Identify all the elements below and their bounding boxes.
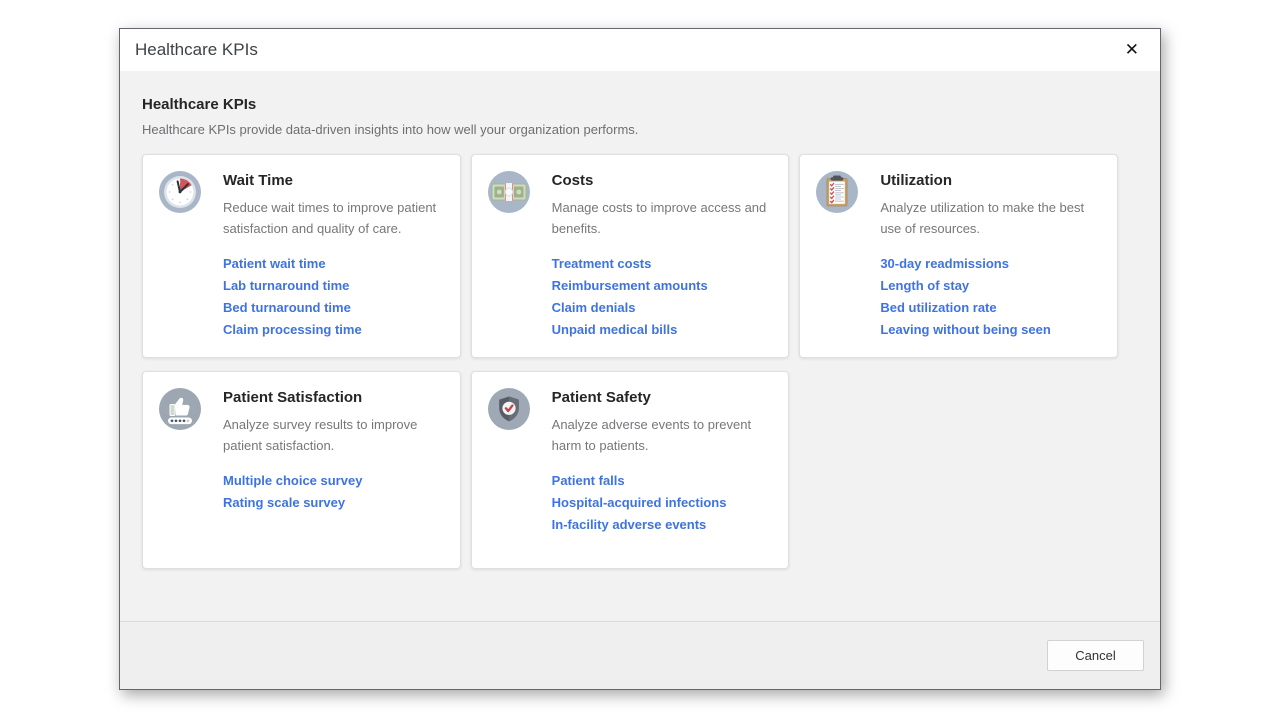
kpi-link[interactable]: Claim denials xyxy=(552,297,636,319)
content-heading: Healthcare KPIs xyxy=(142,96,1138,113)
kpi-link[interactable]: Bed turnaround time xyxy=(223,297,351,319)
kpi-card-description: Manage costs to improve access and benef… xyxy=(552,197,773,239)
dialog-content: Healthcare KPIs Healthcare KPIs provide … xyxy=(120,71,1160,621)
kpi-link[interactable]: Leaving without being seen xyxy=(880,319,1050,341)
kpi-link[interactable]: Length of stay xyxy=(880,275,969,297)
kpi-link[interactable]: Lab turnaround time xyxy=(223,275,349,297)
kpi-card-links: 30-day readmissionsLength of stayBed uti… xyxy=(880,253,1101,341)
kpi-link[interactable]: Multiple choice survey xyxy=(223,470,362,492)
kpi-card-title: Costs xyxy=(552,172,773,189)
kpi-card-grid: Wait Time Reduce wait times to improve p… xyxy=(142,154,1118,569)
kpi-card-title: Patient Safety xyxy=(552,389,773,406)
kpi-card: Costs Manage costs to improve access and… xyxy=(471,154,790,358)
kpi-link[interactable]: In-facility adverse events xyxy=(552,514,707,536)
clock-icon xyxy=(159,171,201,213)
kpi-card-links: Multiple choice surveyRating scale surve… xyxy=(223,470,444,514)
kpi-link[interactable]: Patient falls xyxy=(552,470,625,492)
dialog-titlebar: Healthcare KPIs ✕ xyxy=(120,29,1160,71)
dialog-footer: Cancel xyxy=(120,621,1160,689)
kpi-card-links: Patient wait timeLab turnaround timeBed … xyxy=(223,253,444,341)
kpi-card-links: Treatment costsReimbursement amountsClai… xyxy=(552,253,773,341)
healthcare-kpis-dialog: Healthcare KPIs ✕ Healthcare KPIs Health… xyxy=(119,28,1161,690)
kpi-link[interactable]: Patient wait time xyxy=(223,253,326,275)
clipboard-icon xyxy=(816,171,858,213)
kpi-link[interactable]: Bed utilization rate xyxy=(880,297,996,319)
content-subtitle: Healthcare KPIs provide data-driven insi… xyxy=(142,122,1138,137)
kpi-link[interactable]: 30-day readmissions xyxy=(880,253,1009,275)
kpi-card-title: Patient Satisfaction xyxy=(223,389,444,406)
kpi-link[interactable]: Rating scale survey xyxy=(223,492,345,514)
kpi-link[interactable]: Treatment costs xyxy=(552,253,652,275)
kpi-card-title: Wait Time xyxy=(223,172,444,189)
kpi-link[interactable]: Claim processing time xyxy=(223,319,362,341)
money-icon xyxy=(488,171,530,213)
thumbs-up-icon xyxy=(159,388,201,430)
shield-icon xyxy=(488,388,530,430)
kpi-card: Patient Safety Analyze adverse events to… xyxy=(471,371,790,569)
kpi-card-description: Analyze adverse events to prevent harm t… xyxy=(552,414,773,456)
kpi-card-description: Analyze utilization to make the best use… xyxy=(880,197,1101,239)
kpi-card: Patient Satisfaction Analyze survey resu… xyxy=(142,371,461,569)
kpi-card-title: Utilization xyxy=(880,172,1101,189)
kpi-card-description: Reduce wait times to improve patient sat… xyxy=(223,197,444,239)
kpi-link[interactable]: Unpaid medical bills xyxy=(552,319,678,341)
kpi-link[interactable]: Reimbursement amounts xyxy=(552,275,708,297)
cancel-button[interactable]: Cancel xyxy=(1047,640,1144,671)
kpi-link[interactable]: Hospital-acquired infections xyxy=(552,492,727,514)
kpi-card-links: Patient fallsHospital-acquired infection… xyxy=(552,470,773,536)
kpi-card: Utilization Analyze utilization to make … xyxy=(799,154,1118,358)
kpi-card: Wait Time Reduce wait times to improve p… xyxy=(142,154,461,358)
dialog-title: Healthcare KPIs xyxy=(135,40,258,60)
close-icon[interactable]: ✕ xyxy=(1119,38,1145,63)
kpi-card-description: Analyze survey results to improve patien… xyxy=(223,414,444,456)
